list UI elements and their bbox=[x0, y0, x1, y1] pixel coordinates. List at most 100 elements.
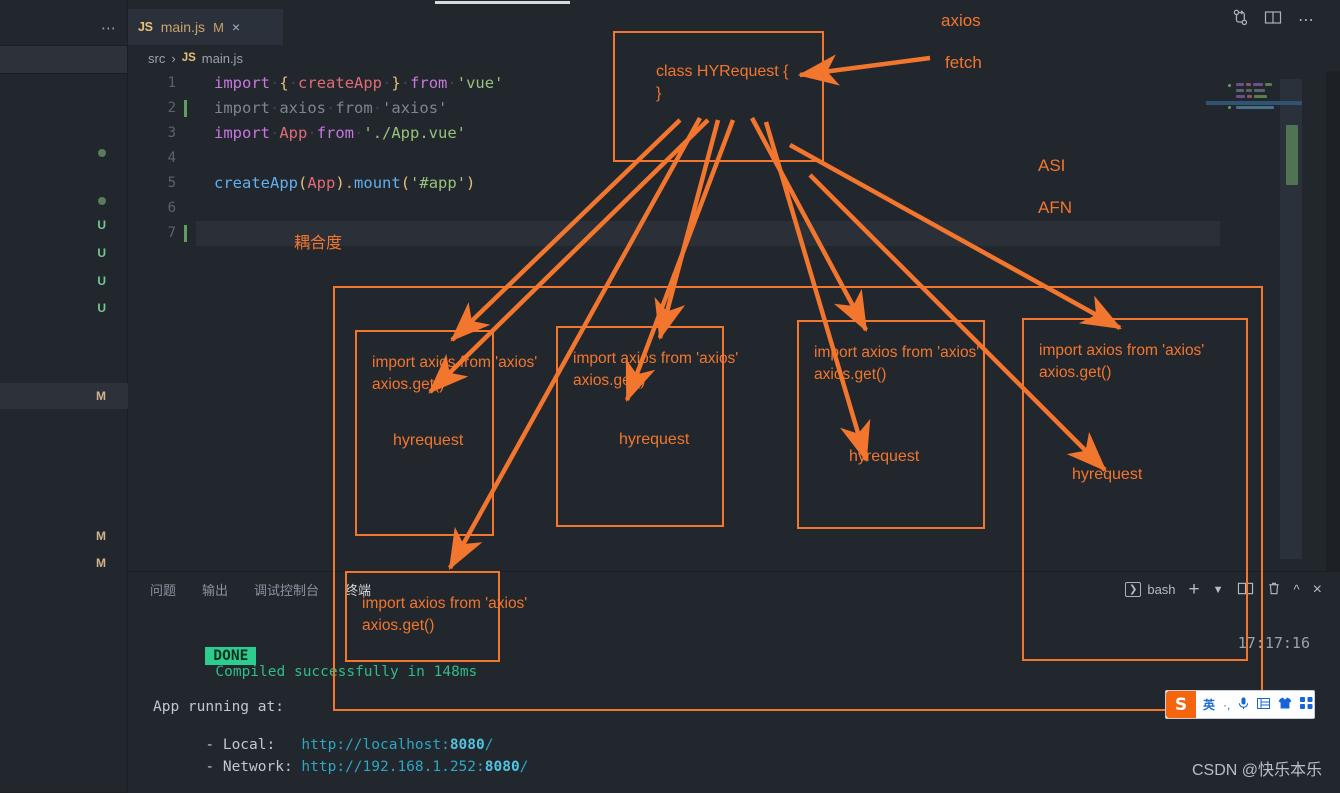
line-number: 3 bbox=[128, 121, 176, 146]
explorer-row[interactable] bbox=[0, 188, 128, 214]
panel-tab-list[interactable]: 问题 输出 调试控制台 终端 bbox=[128, 572, 371, 607]
git-status-badge: U bbox=[97, 275, 106, 287]
close-icon[interactable]: × bbox=[232, 19, 240, 35]
panel-tab-3[interactable]: 终端 bbox=[345, 580, 371, 599]
tab-label: main.js bbox=[161, 19, 205, 35]
minimap-token bbox=[1247, 95, 1252, 98]
compile-status-text: Compiled successfully in 148ms bbox=[215, 664, 477, 680]
tab-main-js[interactable]: JS main.js M × bbox=[128, 8, 283, 45]
line-number: 6 bbox=[128, 196, 176, 221]
gutter-change-marker bbox=[184, 100, 187, 117]
minimap-token bbox=[1236, 95, 1245, 98]
editor-tab-bar[interactable] bbox=[128, 8, 1340, 45]
minimap-change-dot bbox=[1228, 84, 1231, 87]
close-panel-icon[interactable]: × bbox=[1313, 581, 1322, 599]
git-status-badge: M bbox=[96, 390, 106, 402]
current-line-highlight bbox=[196, 221, 1220, 246]
code-line[interactable]: 4 bbox=[128, 146, 1340, 171]
bottom-panel[interactable]: 问题 输出 调试控制台 终端 ❯ bash + ▼ ^ × DONE Compiled… bbox=[128, 571, 1340, 793]
apps-grid-icon[interactable] bbox=[1300, 697, 1313, 712]
split-terminal-icon[interactable] bbox=[1237, 581, 1254, 599]
explorer-row[interactable]: U bbox=[0, 240, 128, 266]
code-line[interactable]: 7 bbox=[128, 221, 1340, 246]
top-strip bbox=[128, 0, 1340, 8]
minimap-token bbox=[1253, 83, 1263, 86]
minimap-token bbox=[1265, 83, 1272, 86]
explorer-more-icon[interactable]: ⋯ bbox=[101, 21, 118, 36]
csdn-watermark: CSDN @快乐本乐 bbox=[1192, 756, 1322, 780]
minimap-token bbox=[1254, 95, 1267, 98]
code-text: import·{·createApp·}·from·'vue' bbox=[214, 71, 503, 96]
status-badge: DONE bbox=[205, 647, 256, 665]
editor-scrollbar[interactable] bbox=[1326, 71, 1340, 571]
network-url[interactable]: http://192.168.1.252:8080/ bbox=[301, 759, 528, 775]
line-number: 7 bbox=[128, 221, 176, 246]
git-added-dot-icon bbox=[98, 147, 106, 159]
quick-input-bar[interactable] bbox=[435, 1, 570, 4]
microphone-icon[interactable] bbox=[1238, 697, 1249, 713]
minimap-slider[interactable] bbox=[1286, 125, 1298, 185]
code-line[interactable]: 5createApp(App).mount('#app') bbox=[128, 171, 1340, 196]
breadcrumb-folder[interactable]: src bbox=[148, 51, 165, 66]
code-line[interactable]: 6 bbox=[128, 196, 1340, 221]
line-number: 4 bbox=[128, 146, 176, 171]
new-terminal-icon[interactable]: + bbox=[1189, 580, 1200, 599]
minimap[interactable] bbox=[1206, 75, 1302, 555]
minimap-change-dot bbox=[1228, 106, 1231, 109]
code-text: import·axios·from·'axios' bbox=[214, 96, 447, 121]
network-label: - Network: bbox=[205, 759, 301, 775]
code-editor[interactable]: 1 import·{·createApp·}·from·'vue' 2 import·… bbox=[128, 71, 1340, 571]
terminal-clock: 17:17:16 bbox=[1238, 634, 1310, 652]
ime-mode-label[interactable]: 英 bbox=[1203, 696, 1215, 713]
minimap-token bbox=[1246, 83, 1251, 86]
code-line[interactable]: 1 import·{·createApp·}·from·'vue' bbox=[128, 71, 1340, 96]
soft-keyboard-icon[interactable] bbox=[1257, 698, 1270, 712]
line-number: 2 bbox=[128, 96, 176, 121]
punctuation-icon[interactable]: ·, bbox=[1223, 698, 1230, 712]
sogou-ime-toolbar[interactable]: S 英 ·, bbox=[1165, 690, 1315, 719]
collapse-panel-icon[interactable]: ^ bbox=[1294, 582, 1300, 597]
git-status-badge: U bbox=[97, 247, 106, 259]
git-status-badge: M bbox=[96, 557, 106, 569]
more-actions-icon[interactable]: ⋯ bbox=[1298, 10, 1315, 30]
git-added-dot-icon bbox=[98, 195, 106, 207]
minimap-token bbox=[1246, 89, 1252, 92]
shell-selector[interactable]: ❯ bash bbox=[1125, 582, 1176, 597]
code-text: import·App·from·'./App.vue' bbox=[214, 121, 466, 146]
code-line[interactable]: 3 import·App·from·'./App.vue' bbox=[128, 121, 1340, 146]
explorer-panel[interactable]: ⋯ UUUUMMM bbox=[0, 0, 128, 792]
explorer-row[interactable]: U bbox=[0, 268, 128, 294]
shell-label: bash bbox=[1147, 582, 1175, 597]
breadcrumb-file[interactable]: main.js bbox=[202, 51, 243, 66]
explorer-row[interactable]: U bbox=[0, 295, 128, 321]
explorer-row[interactable] bbox=[0, 140, 128, 166]
terminal-output[interactable]: DONE Compiled successfully in 148ms App … bbox=[128, 607, 1340, 793]
breadcrumb[interactable]: src › JS main.js bbox=[128, 45, 1340, 71]
breadcrumb-separator: › bbox=[171, 51, 175, 66]
divider bbox=[0, 73, 128, 74]
minimap-token bbox=[1254, 89, 1265, 92]
panel-tab-1[interactable]: 输出 bbox=[202, 580, 228, 599]
explorer-row[interactable]: M bbox=[0, 523, 128, 549]
panel-toolbar[interactable]: ❯ bash + ▼ ^ × bbox=[1125, 572, 1322, 607]
line-number: 1 bbox=[128, 71, 176, 96]
code-lines[interactable]: 1 import·{·createApp·}·from·'vue' 2 import·… bbox=[128, 71, 1340, 246]
split-editor-icon[interactable] bbox=[1264, 10, 1282, 31]
explorer-row[interactable]: M bbox=[0, 550, 128, 576]
sogou-logo-icon[interactable]: S bbox=[1166, 691, 1196, 718]
kill-terminal-icon[interactable] bbox=[1267, 581, 1281, 599]
skin-icon[interactable] bbox=[1278, 697, 1292, 712]
minimap-token bbox=[1236, 106, 1274, 109]
code-line[interactable]: 2 import·axios·from·'axios' bbox=[128, 96, 1340, 121]
panel-tab-2[interactable]: 调试控制台 bbox=[254, 580, 319, 599]
js-file-icon: JS bbox=[138, 20, 153, 34]
minimap-token bbox=[1236, 83, 1244, 86]
git-status-badge: M bbox=[96, 530, 106, 542]
explorer-row[interactable]: M bbox=[0, 383, 128, 409]
explorer-row-active[interactable] bbox=[0, 46, 128, 73]
explorer-row[interactable]: U bbox=[0, 212, 128, 238]
git-status-badge: U bbox=[97, 302, 106, 314]
compare-changes-icon[interactable] bbox=[1232, 9, 1249, 31]
chevron-down-icon[interactable]: ▼ bbox=[1213, 584, 1224, 596]
panel-tab-0[interactable]: 问题 bbox=[150, 580, 176, 599]
